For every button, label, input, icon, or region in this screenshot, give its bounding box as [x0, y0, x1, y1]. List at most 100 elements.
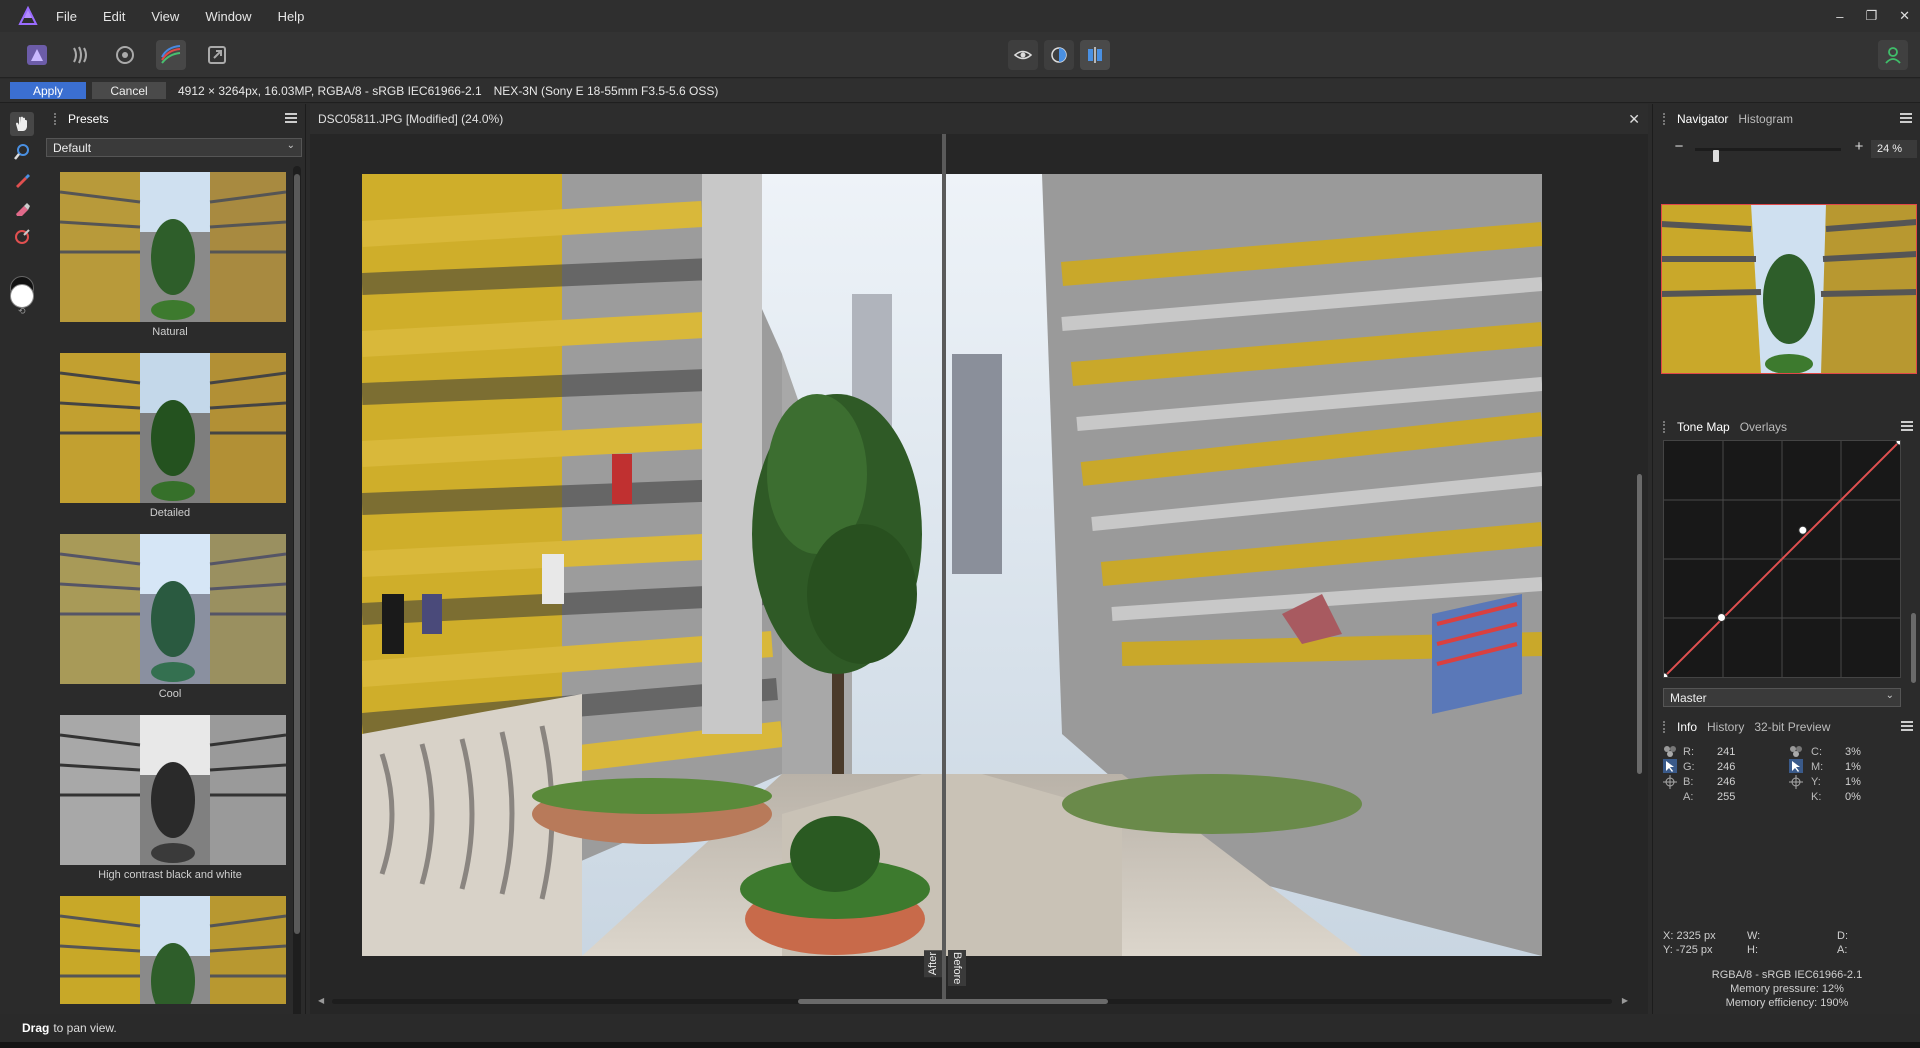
tab-history[interactable]: History [1707, 720, 1744, 734]
minimize-button[interactable]: – [1836, 9, 1843, 24]
menu-view[interactable]: View [151, 9, 179, 24]
presets-scrollbar-thumb[interactable] [294, 174, 300, 934]
user-icon [1885, 47, 1901, 64]
preset-detailed[interactable]: Detailed [52, 347, 288, 528]
apply-button[interactable]: Apply [10, 82, 86, 99]
photo-persona-button[interactable] [22, 40, 52, 70]
menu-file[interactable]: File [56, 9, 77, 24]
develop-persona-button[interactable] [110, 40, 140, 70]
tab-navigator[interactable]: Navigator [1677, 112, 1728, 126]
canvas[interactable]: After Before ◀ ▶ [310, 134, 1648, 1014]
panel-grip-icon[interactable] [54, 113, 60, 125]
primary-color[interactable] [10, 284, 34, 308]
presets-scrollbar[interactable] [293, 166, 301, 1018]
preset-thumbnail [60, 353, 286, 503]
split-label-before: Before [948, 950, 966, 987]
navigator-menu-icon[interactable] [1900, 113, 1912, 123]
menu-edit[interactable]: Edit [103, 9, 125, 24]
pointer-icon[interactable] [1663, 759, 1677, 773]
preset-thumbnail [60, 715, 286, 865]
presets-menu-icon[interactable] [285, 113, 297, 123]
c-value: 3% [1845, 745, 1861, 758]
x-coordinate: X: 2325 px [1663, 930, 1716, 942]
curve-point[interactable] [1717, 613, 1726, 622]
tab-tone-map[interactable]: Tone Map [1677, 420, 1730, 434]
curve-point[interactable] [1798, 525, 1808, 535]
context-toolbar: Apply Cancel 4912 × 3264px, 16.03MP, RGB… [0, 79, 1920, 103]
channel-select[interactable]: Master ⌄ [1663, 688, 1901, 707]
zoom-in-icon[interactable]: + [1851, 139, 1867, 156]
panel-grip-icon[interactable] [1663, 421, 1669, 433]
scroll-right-icon[interactable]: ▶ [1622, 996, 1628, 1005]
selection-brush-tool[interactable] [10, 224, 34, 248]
tab-histogram[interactable]: Histogram [1738, 112, 1793, 126]
tab-overlays[interactable]: Overlays [1740, 420, 1787, 434]
tone-mapping-persona-button[interactable] [156, 40, 186, 70]
vertical-scroll-thumb[interactable] [1637, 474, 1642, 774]
crosshair-icon[interactable] [1663, 775, 1677, 789]
preset-natural[interactable]: Natural [52, 166, 288, 347]
menu-help[interactable]: Help [278, 9, 305, 24]
preset-item[interactable] [52, 890, 288, 1004]
tone-map-menu-icon[interactable] [1901, 421, 1913, 431]
info-menu-icon[interactable] [1901, 721, 1913, 731]
view-mode-mirror-button[interactable] [1080, 40, 1110, 70]
brush-tool[interactable] [10, 168, 34, 192]
panel-grip-icon[interactable] [1663, 113, 1669, 125]
right-panel-scroll-thumb[interactable] [1911, 613, 1916, 683]
view-mode-single-button[interactable] [1008, 40, 1038, 70]
navigator-preview[interactable] [1661, 204, 1917, 374]
preset-cool[interactable]: Cool [52, 528, 288, 709]
liquify-persona-button[interactable] [66, 40, 96, 70]
height-readout: H: [1747, 944, 1758, 956]
y-value: 1% [1845, 775, 1861, 788]
brush-icon [16, 174, 30, 188]
pointer-icon[interactable] [1789, 759, 1803, 773]
tab-presets[interactable]: Presets [68, 112, 109, 126]
view-mode-split-button[interactable] [1044, 40, 1074, 70]
panel-grip-icon[interactable] [1663, 721, 1669, 733]
close-document-icon[interactable]: ✕ [1628, 111, 1640, 128]
zoom-slider-handle[interactable] [1713, 150, 1719, 162]
menu-window[interactable]: Window [205, 9, 251, 24]
tab-info[interactable]: Info [1677, 720, 1697, 734]
zoom-slider[interactable] [1695, 148, 1841, 162]
zoom-level-field[interactable]: 24 % [1871, 140, 1917, 158]
tab-32bit-preview[interactable]: 32-bit Preview [1754, 720, 1830, 734]
color-swatch[interactable]: ⟲ [8, 276, 36, 317]
tone-curve-graph[interactable] [1663, 440, 1901, 678]
document-stats: RGBA/8 - sRGB IEC61966-2.1 Memory pressu… [1653, 968, 1920, 1010]
g-value: 246 [1717, 760, 1736, 773]
tools-panel: ⟲ [0, 104, 44, 1014]
restore-button[interactable]: ❐ [1865, 8, 1877, 24]
horizontal-scroll-thumb[interactable] [798, 999, 1108, 1004]
info-panel-header: Info History 32-bit Preview [1653, 712, 1920, 742]
chevron-down-icon: ⌄ [1885, 690, 1894, 701]
swap-colors-icon[interactable]: ⟲ [18, 306, 26, 317]
vertical-scrollbar[interactable] [1636, 174, 1644, 974]
channel-value: Master [1670, 690, 1707, 705]
preset-category-select[interactable]: Default ⌄ [46, 138, 302, 157]
zoom-out-icon[interactable]: − [1671, 139, 1687, 156]
export-persona-button[interactable] [202, 40, 232, 70]
erase-brush-tool[interactable] [10, 196, 34, 220]
horizontal-scrollbar[interactable]: ◀ ▶ [318, 996, 1628, 1006]
y-coordinate: Y: -725 px [1663, 944, 1713, 956]
split-divider[interactable] [942, 134, 946, 1002]
r-value: 241 [1717, 745, 1736, 758]
close-window-button[interactable]: ✕ [1899, 8, 1910, 24]
scroll-left-icon[interactable]: ◀ [318, 996, 324, 1005]
account-button[interactable] [1878, 40, 1908, 70]
hand-tool[interactable] [10, 112, 34, 136]
cancel-button[interactable]: Cancel [92, 82, 166, 99]
preset-high-contrast-bw[interactable]: High contrast black and white [52, 709, 288, 890]
document-tab[interactable]: DSC05811.JPG [Modified] (24.0%) ✕ [310, 104, 1648, 134]
right-panel-scrollbar[interactable] [1911, 449, 1917, 701]
m-label: M: [1811, 760, 1824, 773]
crosshair-icon[interactable] [1789, 775, 1803, 789]
color-channels-icon[interactable] [1663, 744, 1677, 758]
status-text: to pan view. [53, 1021, 117, 1035]
zoom-tool[interactable] [10, 140, 34, 164]
color-channels-icon[interactable] [1789, 744, 1803, 758]
navigator-zoom-controls: − + 24 % [1671, 139, 1917, 162]
